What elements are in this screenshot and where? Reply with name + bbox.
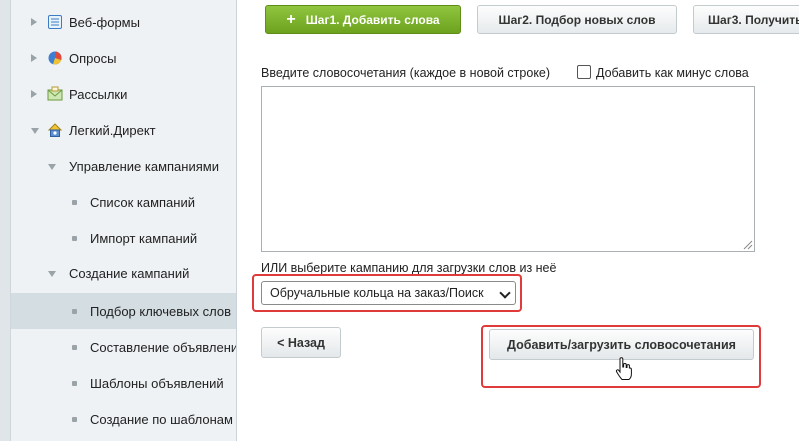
sidebar-item-label: Импорт кампаний (90, 231, 198, 246)
tab-step1-add-words[interactable]: + Шаг1. Добавить слова (265, 5, 461, 34)
tab-label: Шаг3. Получить (708, 12, 799, 27)
plus-icon: + (286, 10, 296, 28)
tab-label: Шаг1. Добавить слова (305, 12, 440, 27)
sidebar-item-keyword-selection[interactable]: Подбор ключевых слов (11, 293, 236, 329)
sidebar-item-campaign-management[interactable]: Управление кампаниями (11, 148, 236, 184)
submit-phrases-button[interactable]: Добавить/загрузить словосочетания (489, 329, 754, 360)
collapse-arrow-icon[interactable] (48, 271, 56, 277)
sidebar-item-easy-direct[interactable]: Легкий.Директ (11, 112, 236, 148)
webform-icon (48, 15, 62, 29)
back-button[interactable]: < Назад (261, 327, 341, 358)
sidebar-item-create-by-template[interactable]: Создание по шаблонам (11, 401, 236, 437)
bullet-icon (72, 236, 77, 241)
sidebar-item-ad-templates[interactable]: Шаблоны объявлений (11, 365, 236, 401)
sidebar-item-label: Создание по шаблонам (90, 412, 233, 427)
expand-arrow-icon[interactable] (31, 54, 37, 62)
bullet-icon (72, 381, 77, 386)
sidebar-item-label: Рассылки (69, 87, 128, 102)
sidebar-item-label: Подбор ключевых слов (90, 304, 232, 319)
bullet-icon (72, 345, 77, 350)
collapse-arrow-icon[interactable] (31, 128, 39, 134)
tab-step2-new-words[interactable]: Шаг2. Подбор новых слов (477, 5, 677, 34)
resize-grip-icon[interactable] (743, 240, 753, 250)
sidebar-item-label: Веб-формы (69, 15, 140, 30)
bullet-icon (72, 309, 77, 314)
bullet-icon (72, 200, 77, 205)
sidebar-item-ad-composing[interactable]: Составление объявлений (11, 329, 236, 365)
campaign-select[interactable]: Обручальные кольца на заказ/Поиск (261, 281, 516, 305)
collapse-arrow-icon[interactable] (48, 164, 56, 170)
sidebar-item-label: Список кампаний (90, 195, 195, 210)
expand-arrow-icon[interactable] (31, 18, 37, 26)
sidebar-item-polls[interactable]: Опросы (11, 40, 236, 76)
mail-icon (47, 86, 63, 101)
hand-cursor-icon (615, 357, 632, 380)
chevron-down-icon (499, 287, 511, 299)
sidebar-item-label: Легкий.Директ (69, 123, 156, 138)
poll-icon (48, 51, 62, 65)
sidebar-item-webforms[interactable]: Веб-формы (11, 4, 236, 40)
tab-label: Шаг2. Подбор новых слов (498, 12, 656, 27)
tab-step3-get[interactable]: Шаг3. Получить (693, 5, 799, 34)
sidebar-item-label: Создание кампаний (69, 266, 190, 281)
minus-words-checkbox[interactable] (577, 65, 591, 79)
sidebar: Веб-формы Опросы Рассылки Легкий.Директ … (0, 0, 237, 441)
sidebar-item-campaign-list[interactable]: Список кампаний (11, 184, 236, 220)
expand-arrow-icon[interactable] (31, 90, 37, 98)
minus-words-label[interactable]: Добавить как минус слова (596, 66, 749, 80)
campaign-label: ИЛИ выберите кампанию для загрузки слов … (261, 261, 557, 275)
bullet-icon (72, 417, 77, 422)
phrases-label: Введите словосочетания (каждое в новой с… (261, 66, 551, 80)
sidebar-item-label: Управление кампаниями (69, 159, 219, 174)
campaign-select-value: Обручальные кольца на заказ/Поиск (270, 286, 484, 300)
sidebar-item-mailings[interactable]: Рассылки (11, 76, 236, 112)
sidebar-item-campaign-import[interactable]: Импорт кампаний (11, 220, 236, 256)
sidebar-item-campaign-creation[interactable]: Создание кампаний (11, 255, 236, 291)
sidebar-item-label: Опросы (69, 51, 117, 66)
direct-icon (47, 123, 63, 137)
sidebar-item-label: Шаблоны объявлений (90, 376, 224, 391)
sidebar-item-label: Составление объявлений (90, 340, 236, 355)
sidebar-edge-strip (0, 0, 11, 441)
phrases-textarea[interactable] (261, 86, 755, 252)
